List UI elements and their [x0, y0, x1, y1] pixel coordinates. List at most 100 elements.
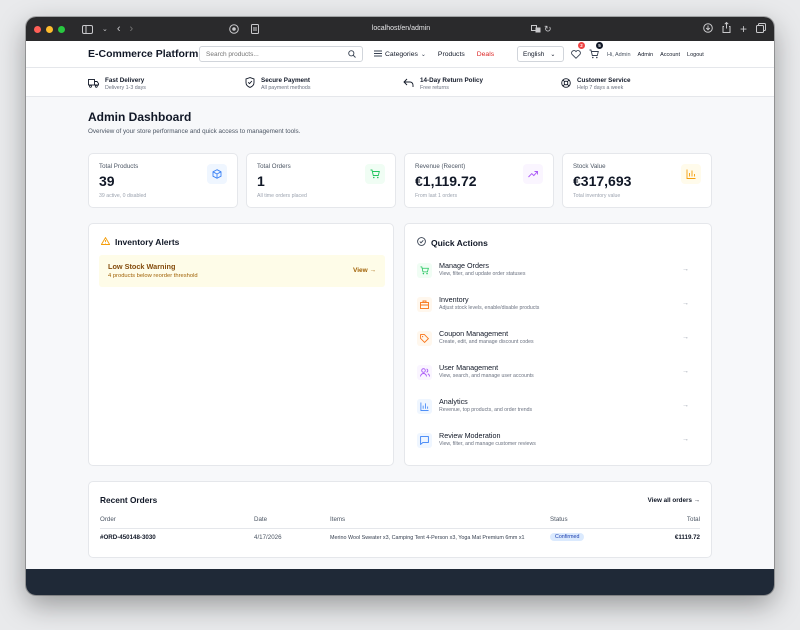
arrow-right-icon: →	[682, 266, 689, 273]
quick-action-subtitle: Create, edit, and manage discount codes	[439, 339, 534, 345]
menu-icon	[374, 50, 382, 59]
view-all-orders-link[interactable]: View all orders →	[648, 497, 700, 504]
new-tab-icon[interactable]: +	[740, 22, 747, 36]
shield-icon	[245, 75, 255, 93]
search-icon[interactable]	[348, 45, 356, 63]
reload-icon[interactable]: ↻	[544, 17, 552, 41]
dashboard-main: Admin Dashboard Overview of your store p…	[88, 97, 712, 558]
search-input[interactable]	[206, 50, 346, 58]
quick-action-user-management[interactable]: User Management View, search, and manage …	[417, 363, 689, 391]
browser-window: ⌄ ‹ › localhost/en/admin ↻ + E-Commerce …	[26, 17, 774, 595]
return-arrow-icon	[403, 75, 414, 93]
benefit-customer-service: Customer Service Help 7 days a week	[561, 75, 631, 93]
quick-action-analytics[interactable]: Analytics Revenue, top products, and orde…	[417, 397, 689, 425]
address-bar[interactable]: localhost/en/admin	[301, 21, 501, 37]
analytics-icon	[417, 399, 432, 414]
maximize-window-button[interactable]	[58, 25, 65, 33]
column-header: Date	[254, 516, 268, 523]
cart-icon	[417, 263, 432, 278]
quick-action-title: Inventory	[439, 295, 469, 304]
quick-action-review-moderation[interactable]: Review Moderation View, filter, and manag…	[417, 431, 689, 459]
benefit-title: Fast Delivery	[105, 76, 145, 84]
arrow-right-icon: →	[682, 368, 689, 375]
benefits-bar: Fast Delivery Delivery 1-3 days Secure Pa…	[26, 68, 774, 97]
benefit-title: Customer Service	[577, 76, 631, 84]
page-title: Admin Dashboard	[88, 110, 192, 124]
order-date: 4/17/2026	[254, 534, 282, 541]
chevron-down-icon: ⌄	[550, 51, 556, 58]
order-total: €1119.72	[674, 534, 700, 541]
browser-toolbar: ⌄ ‹ › localhost/en/admin ↻ +	[26, 17, 774, 41]
arrow-right-icon: →	[682, 402, 689, 409]
quick-action-manage-orders[interactable]: Manage Orders View, filter, and update or…	[417, 261, 689, 289]
categories-menu[interactable]: Categories ⌄	[374, 50, 426, 59]
benefit-secure-payment: Secure Payment All payment methods	[245, 75, 310, 93]
minimize-window-button[interactable]	[46, 25, 53, 33]
quick-action-title: User Management	[439, 363, 499, 372]
chevron-down-icon: ⌄	[420, 52, 426, 58]
box-icon	[207, 164, 227, 184]
stat-card-revenue: Revenue (Recent) €1,119.72 From last 1 o…	[404, 153, 554, 208]
main-nav: Categories ⌄ Products Deals	[374, 41, 506, 68]
alert-subtitle: 4 products below reorder threshold	[108, 273, 198, 279]
wishlist-count-badge: 2	[578, 41, 585, 49]
column-header: Items	[330, 516, 346, 523]
logout-link[interactable]: Logout	[687, 52, 704, 58]
quick-action-subtitle: View, search, and manage user accounts	[439, 373, 534, 379]
site-header: E-Commerce Platform Categories ⌄ Product…	[26, 41, 774, 68]
back-icon[interactable]: ‹	[117, 23, 121, 35]
quick-action-title: Analytics	[439, 397, 468, 406]
inventory-alerts-title: Inventory Alerts	[100, 236, 179, 247]
tab-overview-icon[interactable]	[756, 22, 766, 36]
products-link[interactable]: Products	[438, 51, 465, 58]
chevron-down-icon[interactable]: ⌄	[102, 25, 108, 33]
close-window-button[interactable]	[34, 25, 41, 33]
stat-note: All time orders placed	[257, 193, 307, 199]
wishlist-button[interactable]: 2	[571, 41, 585, 64]
order-items: Merino Wool Sweater x3, Camping Tent 4-P…	[330, 535, 525, 541]
search-box	[199, 46, 363, 62]
benefit-title: 14-Day Return Policy	[420, 76, 483, 84]
translate-icon[interactable]	[531, 17, 541, 41]
quick-action-title: Coupon Management	[439, 329, 509, 338]
benefit-title: Secure Payment	[261, 76, 311, 84]
stat-note: 39 active, 0 disabled	[99, 193, 147, 199]
download-icon[interactable]	[703, 22, 713, 36]
page-info-icon[interactable]	[251, 17, 259, 41]
arrow-right-icon: →	[369, 267, 377, 274]
cart-count-badge: 5	[596, 41, 603, 49]
table-divider	[100, 528, 700, 529]
quick-action-title: Manage Orders	[439, 261, 489, 270]
site-logo[interactable]: E-Commerce Platform	[88, 48, 198, 60]
benefit-subtitle: Free returns	[420, 84, 449, 91]
benefit-return-policy: 14-Day Return Policy Free returns	[403, 75, 483, 93]
deals-link[interactable]: Deals	[477, 51, 494, 58]
cart-icon	[365, 164, 385, 184]
arrow-right-icon: →	[693, 496, 700, 504]
warning-icon	[100, 236, 111, 247]
account-link[interactable]: Account	[660, 52, 680, 58]
language-select[interactable]: English ⌄	[517, 46, 564, 62]
order-id[interactable]: #ORD-450148-3030	[100, 534, 156, 541]
recent-orders-panel: Recent Orders View all orders → Order Da…	[88, 481, 712, 558]
benefit-subtitle: All payment methods	[261, 84, 311, 91]
inventory-icon	[417, 297, 432, 312]
cart-button[interactable]: 5	[589, 41, 603, 64]
stats-row: Total Products 39 39 active, 0 disabled …	[88, 153, 712, 208]
benefit-fast-delivery: Fast Delivery Delivery 1-3 days	[88, 75, 146, 93]
quick-action-coupon-management[interactable]: Coupon Management Create, edit, and manag…	[417, 329, 689, 357]
trending-up-icon	[523, 164, 543, 184]
privacy-shield-icon[interactable]	[229, 17, 239, 41]
quick-action-subtitle: View, filter, and update order statuses	[439, 271, 526, 277]
share-icon[interactable]	[722, 21, 731, 36]
admin-link[interactable]: Admin	[638, 52, 654, 58]
stat-card-stock-value: Stock Value €317,693 Total inventory val…	[562, 153, 712, 208]
forward-icon[interactable]: ›	[130, 23, 134, 35]
orders-table-header: Order Date Items Status Total	[100, 513, 700, 527]
table-row[interactable]: #ORD-450148-3030 4/17/2026 Merino Wool S…	[100, 531, 700, 545]
view-low-stock-button[interactable]: View →	[353, 267, 376, 274]
language-value: English	[523, 50, 545, 58]
sidebar-toggle-icon[interactable]	[82, 24, 93, 34]
quick-action-inventory[interactable]: Inventory Adjust stock levels, enable/dis…	[417, 295, 689, 323]
users-icon	[417, 365, 432, 380]
